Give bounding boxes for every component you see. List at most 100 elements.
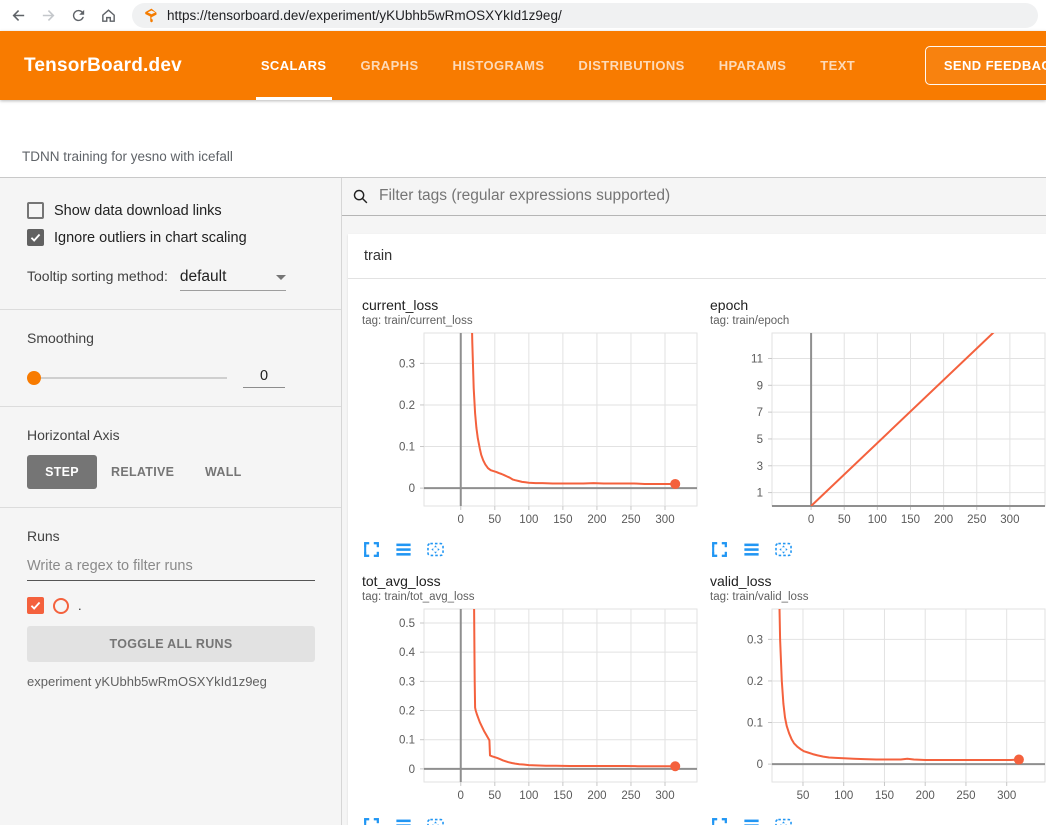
axis-button-step[interactable]: STEP: [27, 455, 97, 489]
fit-domain-icon[interactable]: [774, 816, 793, 825]
chart-title: tot_avg_loss: [362, 573, 698, 589]
svg-text:0.3: 0.3: [399, 358, 415, 370]
chart-tag: tag: train/valid_loss: [710, 591, 1046, 603]
toggle-all-runs-button[interactable]: TOGGLE ALL RUNS: [27, 626, 315, 662]
svg-text:9: 9: [757, 380, 763, 392]
ignore-outliers-checkbox[interactable]: Ignore outliers in chart scaling: [27, 229, 315, 246]
svg-text:3: 3: [757, 461, 763, 473]
axis-button-relative[interactable]: RELATIVE: [97, 455, 188, 489]
chart-plot[interactable]: 00.10.20.30.40.5050100150200250300: [362, 607, 698, 810]
nav-tabs: SCALARSGRAPHSHISTOGRAMSDISTRIBUTIONSHPAR…: [244, 31, 872, 100]
svg-text:0: 0: [409, 483, 415, 495]
tag-filter-input[interactable]: Filter tags (regular expressions support…: [379, 187, 670, 205]
svg-text:0: 0: [458, 514, 464, 526]
svg-text:200: 200: [916, 790, 935, 802]
home-icon[interactable]: [98, 6, 118, 26]
run-checkbox[interactable]: [27, 597, 44, 614]
run-selector-lines-icon[interactable]: [394, 816, 413, 825]
chart-tag: tag: train/tot_avg_loss: [362, 591, 698, 603]
tab-scalars[interactable]: SCALARS: [244, 31, 344, 100]
svg-text:0: 0: [458, 790, 464, 802]
expand-chart-icon[interactable]: [362, 540, 381, 559]
svg-text:11: 11: [751, 353, 763, 365]
fit-domain-icon[interactable]: [426, 816, 445, 825]
settings-sidebar: Show data download links Ignore outliers…: [0, 178, 342, 825]
header-spacer: [872, 31, 925, 100]
svg-text:100: 100: [519, 514, 538, 526]
url-text: https://tensorboard.dev/experiment/yKUbh…: [167, 8, 562, 23]
svg-text:0.4: 0.4: [399, 647, 416, 659]
search-icon: [352, 188, 369, 205]
svg-text:0.1: 0.1: [399, 735, 415, 747]
app-header: TensorBoard.dev SCALARSGRAPHSHISTOGRAMSD…: [0, 31, 1046, 100]
expand-chart-icon[interactable]: [362, 816, 381, 825]
back-icon[interactable]: [8, 6, 28, 26]
expand-chart-icon[interactable]: [710, 540, 729, 559]
run-selector-lines-icon[interactable]: [742, 816, 761, 825]
chart-action-icons: [710, 816, 1046, 825]
checkbox-checked-icon[interactable]: [27, 229, 44, 246]
tab-hparams[interactable]: HPARAMS: [702, 31, 804, 100]
svg-text:50: 50: [488, 514, 501, 526]
chart-plot[interactable]: 00.10.20.350100150200250300: [710, 607, 1046, 810]
svg-text:150: 150: [553, 790, 572, 802]
tag-filter-row[interactable]: Filter tags (regular expressions support…: [342, 187, 1046, 216]
charts-grid: current_loss tag: train/current_loss 00.…: [348, 279, 1046, 825]
smoothing-slider[interactable]: [27, 371, 227, 385]
tab-distributions[interactable]: DISTRIBUTIONS: [561, 31, 701, 100]
svg-text:0: 0: [757, 759, 763, 771]
chevron-down-icon: [276, 275, 286, 280]
tag-group-header-train[interactable]: train: [348, 234, 1046, 279]
dropdown-value: default: [180, 268, 227, 286]
svg-text:50: 50: [488, 790, 501, 802]
scalar-chart-card: epoch tag: train/epoch 13579110501001502…: [710, 297, 1046, 559]
fit-domain-icon[interactable]: [774, 540, 793, 559]
tooltip-sorting-label: Tooltip sorting method:: [27, 268, 168, 284]
browser-toolbar: https://tensorboard.dev/experiment/yKUbh…: [0, 0, 1046, 31]
tab-text[interactable]: TEXT: [803, 31, 872, 100]
experiment-title: TDNN training for yesno with icefall: [0, 149, 233, 177]
tooltip-sorting-dropdown[interactable]: default: [180, 268, 286, 291]
svg-text:150: 150: [553, 514, 572, 526]
svg-text:150: 150: [901, 514, 920, 526]
checkbox-label: Show data download links: [54, 203, 222, 219]
svg-text:0.5: 0.5: [399, 618, 415, 630]
svg-text:100: 100: [868, 514, 887, 526]
run-list-item[interactable]: .: [27, 597, 315, 614]
axis-button-wall[interactable]: WALL: [188, 455, 258, 489]
general-settings-section: Show data download links Ignore outliers…: [0, 178, 341, 310]
chart-plot[interactable]: 00.10.20.3050100150200250300: [362, 331, 698, 534]
horizontal-axis-label: Horizontal Axis: [27, 427, 315, 443]
chart-tag: tag: train/epoch: [710, 315, 1046, 327]
fit-domain-icon[interactable]: [426, 540, 445, 559]
chart-plot[interactable]: 1357911050100150200250300: [710, 331, 1046, 534]
main-panel: Filter tags (regular expressions support…: [342, 178, 1046, 825]
forward-icon[interactable]: [38, 6, 58, 26]
svg-text:250: 250: [621, 790, 640, 802]
svg-text:150: 150: [875, 790, 894, 802]
checkbox-unchecked-icon[interactable]: [27, 202, 44, 219]
address-bar[interactable]: https://tensorboard.dev/experiment/yKUbh…: [132, 3, 1038, 28]
svg-text:250: 250: [956, 790, 975, 802]
svg-text:300: 300: [655, 790, 674, 802]
svg-text:0.3: 0.3: [399, 676, 415, 688]
experiment-id-text: experiment yKUbhb5wRmOSXYkId1z9eg: [27, 674, 315, 689]
show-download-links-checkbox[interactable]: Show data download links: [27, 202, 315, 219]
run-selector-lines-icon[interactable]: [742, 540, 761, 559]
svg-text:50: 50: [838, 514, 851, 526]
scalar-chart-card: current_loss tag: train/current_loss 00.…: [362, 297, 698, 559]
tab-histograms[interactable]: HISTOGRAMS: [436, 31, 562, 100]
reload-icon[interactable]: [68, 6, 88, 26]
slider-thumb[interactable]: [27, 371, 41, 385]
run-name: .: [78, 598, 82, 613]
svg-text:300: 300: [997, 790, 1016, 802]
send-feedback-button[interactable]: SEND FEEDBACK: [925, 46, 1046, 85]
checkbox-label: Ignore outliers in chart scaling: [54, 230, 247, 246]
runs-filter-input[interactable]: Write a regex to filter runs: [27, 558, 315, 581]
smoothing-value-input[interactable]: 0: [243, 368, 285, 388]
run-selector-lines-icon[interactable]: [394, 540, 413, 559]
expand-chart-icon[interactable]: [710, 816, 729, 825]
tab-graphs[interactable]: GRAPHS: [344, 31, 436, 100]
tag-group-card: train current_loss tag: train/current_lo…: [348, 234, 1046, 825]
chart-title: epoch: [710, 297, 1046, 313]
